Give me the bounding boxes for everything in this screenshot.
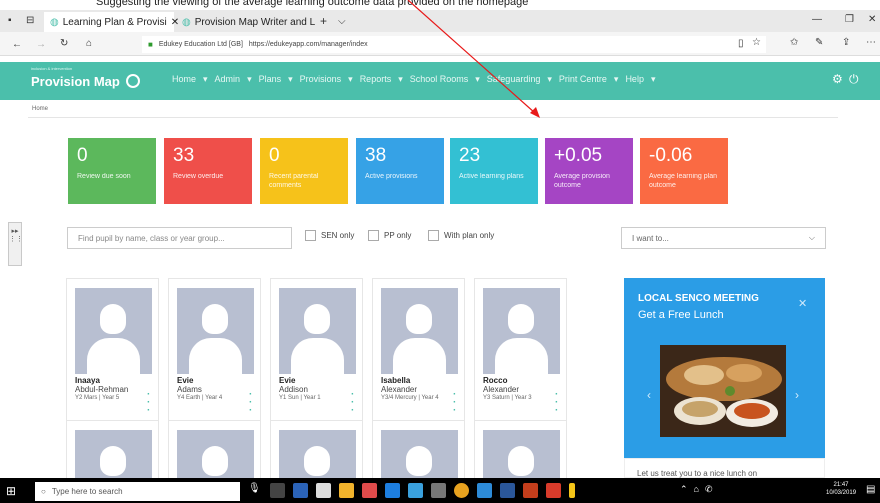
app-icon[interactable]	[362, 483, 377, 498]
pupil-card[interactable]: Rocco Alexander Y3 Saturn | Year 3 · · ·	[474, 278, 567, 436]
chevron-down-icon: ⌵	[808, 233, 815, 242]
pupil-last-name: Addison	[279, 385, 308, 394]
checkbox-box[interactable]	[305, 230, 316, 241]
with-plan-only-checkbox[interactable]: With plan only	[428, 230, 494, 241]
carousel-next-icon[interactable]: ›	[795, 388, 799, 402]
avatar	[381, 288, 458, 374]
promo-text: Let us treat you to a nice lunch on	[637, 469, 758, 478]
pupil-class: Y3 Saturn | Year 3	[483, 395, 532, 401]
pupil-class: Y2 Mars | Year 5	[75, 395, 120, 401]
sen-only-checkbox[interactable]: SEN only	[305, 230, 354, 241]
pupil-card[interactable]	[372, 420, 465, 503]
checkbox-box[interactable]	[428, 230, 439, 241]
taskbar-search-input[interactable]: ○ Type here to search	[35, 482, 240, 501]
pupil-class: Y1 Sun | Year 1	[279, 395, 321, 401]
pp-only-checkbox[interactable]: PP only	[368, 230, 411, 241]
pupil-card[interactable]: Isabella Alexander Y3/4 Mercury | Year 4…	[372, 278, 465, 436]
search-icon: ○	[41, 487, 46, 496]
pupil-first-name: Isabella	[381, 376, 411, 385]
card-menu-icon[interactable]: · · ·	[147, 390, 150, 416]
checkbox-label: SEN only	[321, 231, 355, 240]
card-menu-icon[interactable]: · · ·	[249, 390, 252, 416]
pupil-last-name: Alexander	[381, 385, 418, 394]
clock-date: 10/03/2019	[826, 490, 857, 496]
pupil-card[interactable]	[168, 420, 261, 503]
pupil-card[interactable]	[66, 420, 159, 503]
pupil-first-name: Inaaya	[75, 376, 100, 385]
pupil-search-input[interactable]: Find pupil by name, class or year group.…	[67, 227, 292, 249]
side-panel-handle[interactable]: ▸▸ ⋮⋮	[8, 222, 23, 266]
avatar	[177, 288, 254, 374]
promo-subtitle: Get a Free Lunch	[638, 309, 724, 321]
pupil-card[interactable]: Evie Addison Y1 Sun | Year 1 · · ·	[270, 278, 363, 436]
select-value: I want to...	[632, 233, 669, 243]
checkbox-box[interactable]	[368, 230, 379, 241]
app-icon[interactable]	[569, 483, 575, 498]
app-icon[interactable]	[293, 483, 308, 498]
pupil-last-name: Abdul-Rehman	[75, 385, 129, 394]
powerpoint-icon[interactable]	[523, 483, 538, 498]
pupil-first-name: Evie	[177, 376, 194, 385]
chrome-icon[interactable]	[454, 483, 469, 498]
pupil-first-name: Rocco	[483, 376, 508, 385]
app-icon[interactable]	[477, 483, 492, 498]
settings-app-icon[interactable]	[431, 483, 446, 498]
promo-food-image	[660, 345, 786, 437]
notifications-icon[interactable]: ▤	[866, 484, 875, 495]
promo-title: LOCAL SENCO MEETING	[638, 293, 759, 304]
checkbox-label: PP only	[384, 231, 412, 240]
edge-icon[interactable]	[385, 483, 400, 498]
pupil-card[interactable]	[270, 420, 363, 503]
pupil-last-name: Alexander	[483, 385, 520, 394]
pupil-first-name: Evie	[279, 376, 296, 385]
checkbox-label: With plan only	[444, 231, 495, 240]
taskbar-clock[interactable]: 21:47 10/03/2019	[826, 481, 856, 497]
close-icon[interactable]: ✕	[798, 297, 807, 310]
avatar	[279, 288, 356, 374]
app-icon[interactable]	[408, 483, 423, 498]
microphone-icon[interactable]: 🎙	[248, 483, 261, 494]
pdf-icon[interactable]	[546, 483, 561, 498]
system-tray-icons[interactable]: ⌃⌂✆	[680, 484, 719, 495]
i-want-to-select[interactable]: I want to... ⌵	[621, 227, 826, 249]
carousel-prev-icon[interactable]: ‹	[647, 388, 651, 402]
card-menu-icon[interactable]: · · ·	[351, 390, 354, 416]
clock-time: 21:47	[833, 482, 849, 488]
avatar	[75, 288, 152, 374]
pupil-class: Y4 Earth | Year 4	[177, 395, 223, 401]
pupil-last-name: Adams	[177, 385, 202, 394]
card-menu-icon[interactable]: · · ·	[555, 390, 558, 416]
windows-start-icon[interactable]: ⊞	[6, 484, 16, 498]
avatar	[483, 288, 560, 374]
search-placeholder: Type here to search	[51, 487, 123, 496]
pupil-card[interactable]: Evie Adams Y4 Earth | Year 4 · · ·	[168, 278, 261, 436]
word-icon[interactable]	[500, 483, 515, 498]
file-explorer-icon[interactable]	[339, 483, 354, 498]
mail-icon[interactable]	[316, 483, 331, 498]
card-menu-icon[interactable]: · · ·	[453, 390, 456, 416]
pupil-class: Y3/4 Mercury | Year 4	[381, 395, 439, 401]
task-view-icon[interactable]	[270, 483, 285, 498]
pupil-card[interactable]	[474, 420, 567, 503]
pupil-card[interactable]: Inaaya Abdul-Rehman Y2 Mars | Year 5 · · ·	[66, 278, 159, 436]
